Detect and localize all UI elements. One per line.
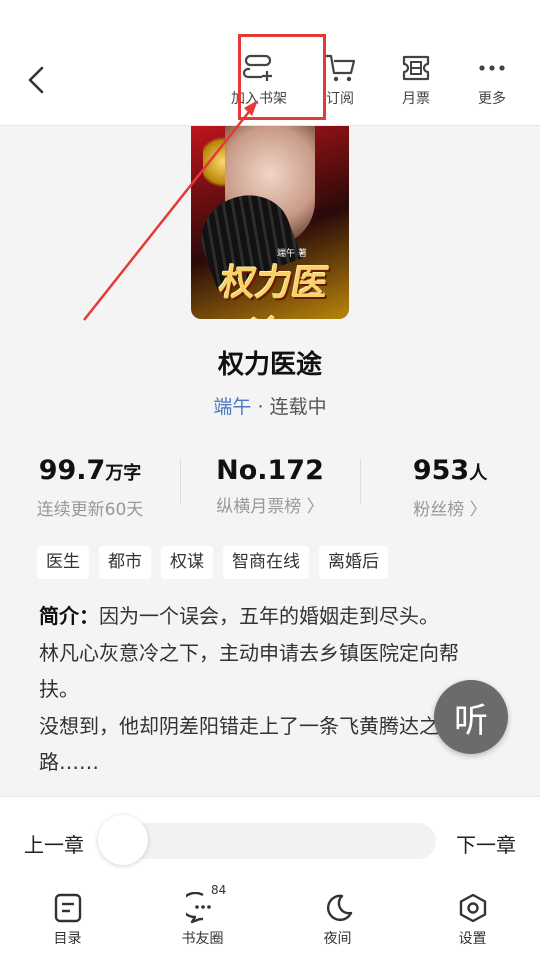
subscribe-label: 订阅 bbox=[326, 91, 354, 107]
book-title: 权力医途 bbox=[217, 350, 322, 380]
word-count-stat: 99.7万字 连续更新60天 bbox=[0, 454, 180, 524]
book-meta: 端午 · 连载中 bbox=[0, 392, 540, 419]
tab-catalog[interactable]: 目录 bbox=[0, 891, 135, 951]
tag-item[interactable]: 智商在线 bbox=[223, 546, 309, 579]
book-status: 连载中 bbox=[269, 396, 327, 418]
listen-button[interactable]: 听 bbox=[434, 680, 508, 754]
cover-title-art: 权力医途 bbox=[216, 262, 332, 319]
prev-chapter-button[interactable]: 上一章 bbox=[24, 829, 84, 858]
fans-unit: 人 bbox=[469, 463, 488, 484]
highlight-box bbox=[238, 34, 326, 120]
more-label: 更多 bbox=[478, 91, 506, 107]
intro-line-3: 没想到，他却阴差阳错走上了一条飞黄腾达之路…… bbox=[39, 713, 439, 775]
book-friends-badge: 84 bbox=[211, 883, 227, 897]
more-button[interactable]: 更多 bbox=[454, 50, 530, 108]
tab-night-mode-label: 夜间 bbox=[323, 931, 352, 947]
chapter-nav: 上一章 下一章 bbox=[0, 815, 540, 871]
book-intro[interactable]: 简介：因为一个误会，五年的婚姻走到尽头。 林凡心灰意冷之下，主动申请去乡镇医院定… bbox=[39, 598, 495, 781]
back-button[interactable] bbox=[20, 60, 52, 100]
tab-night-mode[interactable]: 夜间 bbox=[270, 891, 405, 951]
monthly-rank-stat[interactable]: No.172 纵横月票榜 〉 bbox=[180, 454, 360, 524]
settings-icon bbox=[459, 893, 486, 923]
tab-settings-label: 设置 bbox=[458, 931, 487, 947]
word-count-value: 99.7 bbox=[38, 455, 106, 486]
catalog-icon bbox=[54, 893, 81, 923]
intro-line-1: 因为一个误会，五年的婚姻走到尽头。 bbox=[99, 604, 439, 628]
chapter-progress-track[interactable] bbox=[98, 823, 436, 859]
tag-item[interactable]: 医生 bbox=[37, 546, 89, 579]
tab-book-friends[interactable]: 84 书友圈 bbox=[135, 883, 270, 951]
cart-icon bbox=[326, 54, 356, 82]
intro-line-2: 林凡心灰意冷之下，主动申请去乡镇医院定向帮扶。 bbox=[39, 640, 459, 702]
tab-settings[interactable]: 设置 bbox=[405, 891, 540, 951]
ticket-icon bbox=[402, 55, 430, 81]
bottom-tabbar: 目录 84 书友圈 夜间 设置 bbox=[0, 883, 540, 951]
more-icon bbox=[479, 65, 505, 71]
update-streak-label: 连续更新60天 bbox=[36, 500, 144, 520]
author-link[interactable]: 端午 bbox=[213, 396, 251, 418]
monthly-rank-label: 纵横月票榜 〉 bbox=[216, 497, 324, 517]
book-stats: 99.7万字 连续更新60天 No.172 纵横月票榜 〉 953人 粉丝榜 〉 bbox=[0, 454, 540, 524]
intro-label: 简介： bbox=[39, 604, 99, 628]
tag-list: 医生 都市 权谋 智商在线 离婚后 bbox=[37, 546, 388, 579]
tag-item[interactable]: 权谋 bbox=[161, 546, 213, 579]
monthly-rank-value: No.172 bbox=[216, 455, 324, 486]
chapter-progress-thumb[interactable] bbox=[98, 815, 148, 865]
fans-value: 953 bbox=[412, 455, 470, 486]
tab-book-friends-label: 书友圈 bbox=[181, 931, 224, 947]
word-count-unit: 万字 bbox=[105, 463, 142, 484]
next-chapter-button[interactable]: 下一章 bbox=[456, 829, 516, 858]
book-cover[interactable]: 端午 著 权力医途 bbox=[191, 126, 349, 319]
monthly-ticket-button[interactable]: 月票 bbox=[378, 50, 454, 108]
tag-item[interactable]: 都市 bbox=[99, 546, 151, 579]
moon-icon bbox=[326, 894, 352, 922]
fans-stat[interactable]: 953人 粉丝榜 〉 bbox=[360, 454, 540, 524]
tag-item[interactable]: 离婚后 bbox=[319, 546, 388, 579]
back-arrow-icon bbox=[28, 66, 44, 94]
fans-rank-label: 粉丝榜 〉 bbox=[413, 500, 487, 520]
reader-bottom-panel: 上一章 下一章 目录 84 书友圈 夜间 设置 bbox=[0, 796, 540, 960]
meta-separator: · bbox=[251, 396, 270, 418]
tab-catalog-label: 目录 bbox=[53, 931, 82, 947]
monthly-ticket-label: 月票 bbox=[402, 91, 430, 107]
